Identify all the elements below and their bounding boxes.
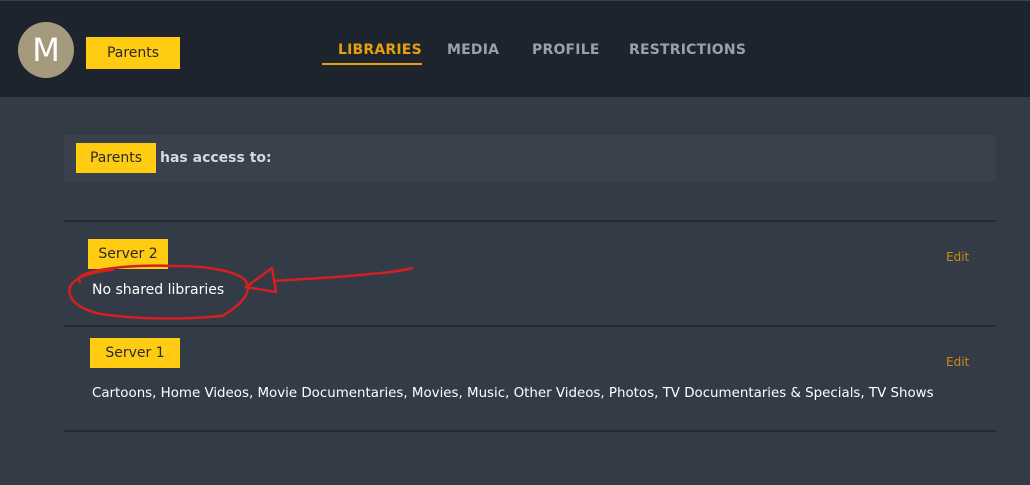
server-2-edit-link[interactable]: Edit	[946, 250, 969, 264]
access-user-label: Parents	[76, 143, 156, 173]
tab-profile[interactable]: PROFILE	[532, 42, 600, 58]
username-label: Parents	[86, 37, 180, 69]
server-1-edit-link[interactable]: Edit	[946, 355, 969, 369]
server-2-libraries: No shared libraries	[92, 282, 225, 298]
user-avatar[interactable]: M	[18, 22, 74, 78]
active-tab-indicator	[322, 63, 422, 65]
access-heading: has access to:	[160, 150, 272, 166]
server-1-libraries: Cartoons, Home Videos, Movie Documentari…	[92, 386, 934, 401]
tab-media[interactable]: MEDIA	[447, 42, 499, 58]
section-divider	[64, 430, 996, 432]
section-divider	[64, 220, 996, 222]
section-divider	[64, 325, 996, 327]
server-1-label: Server 1	[90, 338, 180, 368]
tab-restrictions[interactable]: RESTRICTIONS	[629, 42, 746, 58]
server-2-label: Server 2	[88, 239, 168, 269]
top-header: M Parents LIBRARIES MEDIA PROFILE RESTRI…	[0, 0, 1030, 97]
tab-libraries[interactable]: LIBRARIES	[338, 42, 422, 58]
